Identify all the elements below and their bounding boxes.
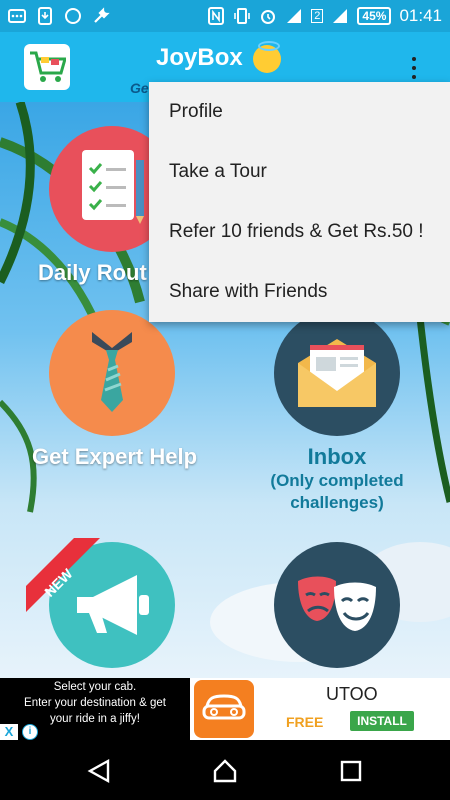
ad-brand: UTOO — [326, 684, 378, 704]
nfc-icon — [207, 7, 225, 25]
tile-entertainment-circle — [274, 542, 400, 668]
car-icon — [202, 694, 246, 720]
envelope-icon — [298, 339, 376, 407]
tile-inbox-label: Inbox — [307, 444, 367, 469]
menu-item-profile[interactable]: Profile — [149, 82, 450, 142]
more-vert-icon[interactable] — [404, 54, 424, 82]
tile-entertainment[interactable] — [257, 542, 417, 668]
overflow-menu: Profile Take a Tour Refer 10 friends & G… — [149, 82, 450, 322]
download-icon — [36, 7, 54, 25]
clock: 01:41 — [399, 6, 442, 25]
app-subtitle: Ge — [130, 80, 149, 96]
messages-icon — [8, 7, 26, 25]
tile-inbox[interactable]: Inbox (Only completed challenges) — [257, 310, 417, 514]
new-badge: NEW — [26, 538, 100, 612]
ad-info-icon[interactable]: i — [22, 724, 38, 740]
ad-logo — [194, 680, 254, 738]
smiling-face-with-halo-icon — [253, 40, 282, 73]
app-title-text: JoyBox — [156, 44, 243, 71]
tile-announcements[interactable]: NEW — [26, 538, 192, 668]
app-logo[interactable] — [24, 44, 70, 90]
sim-indicator: 2 — [311, 9, 324, 23]
ad-price: FREE — [286, 714, 324, 730]
alarm-icon — [259, 7, 277, 25]
menu-item-refer-friends[interactable]: Refer 10 friends & Get Rs.50 ! — [149, 202, 450, 262]
ad-banner[interactable]: Select your cab. Enter your destination … — [0, 678, 450, 740]
back-icon[interactable] — [86, 758, 112, 784]
tile-inbox-circle — [274, 310, 400, 436]
tile-inbox-sub-line1: (Only completed — [270, 471, 404, 490]
checklist-icon — [82, 150, 144, 224]
ad-close-icon[interactable]: X — [0, 724, 18, 740]
tile-expert-help-label: Get Expert Help — [32, 444, 198, 469]
signal-strength-icon — [285, 7, 303, 25]
tile-inbox-sub-line2: challenges) — [290, 493, 384, 512]
tile-get-expert-help[interactable]: Get Expert Help — [32, 310, 198, 470]
signal-strength-icon-2 — [331, 7, 349, 25]
ad-install-button[interactable]: INSTALL — [350, 711, 414, 731]
necktie-icon — [92, 332, 132, 412]
circle-icon — [64, 7, 82, 25]
tile-expert-help-circle — [49, 310, 175, 436]
theater-masks-icon — [298, 576, 376, 631]
menu-item-take-a-tour[interactable]: Take a Tour — [149, 142, 450, 202]
app-title: JoyBox — [156, 40, 282, 73]
ad-line-2: Enter your destination & get — [24, 697, 166, 709]
battery-indicator: 45% — [357, 7, 392, 25]
menu-item-share-with-friends[interactable]: Share with Friends — [149, 262, 450, 322]
recent-apps-icon[interactable] — [338, 758, 364, 784]
status-bar: 2 45% 01:41 — [0, 0, 450, 32]
navigation-bar — [0, 740, 450, 800]
home-icon[interactable] — [212, 758, 238, 784]
vibrate-icon — [233, 7, 251, 25]
wrench-icon — [92, 7, 110, 25]
ad-line-1: Select your cab. — [53, 681, 137, 693]
